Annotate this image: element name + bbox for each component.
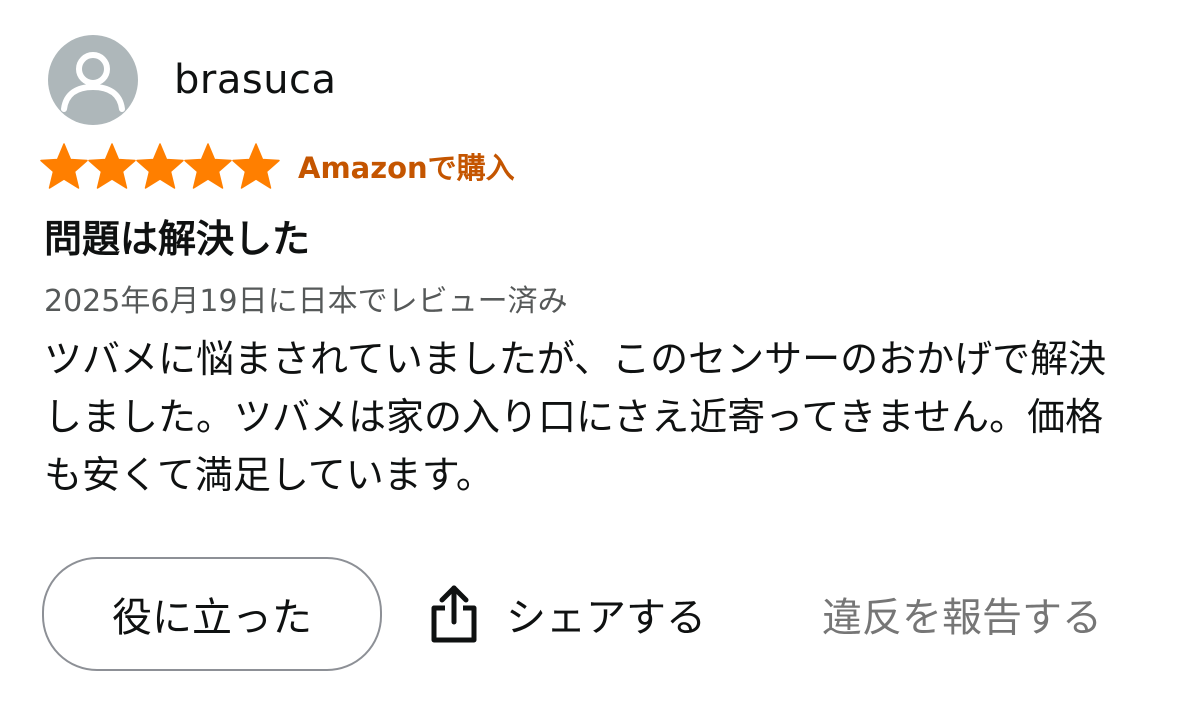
review-body: ツバメに悩まされていましたが、このセンサーのおかげで解決しました。ツバメは家の入… [44, 337, 1107, 497]
verified-purchase-badge: Amazonで購入 [298, 151, 515, 185]
report-abuse-link[interactable]: 違反を報告する [822, 579, 1102, 649]
review-title: 問題は解決した [44, 217, 311, 261]
star-icon [40, 143, 88, 189]
share-button[interactable]: シェアする [428, 579, 706, 649]
review-date: 2025年6月19日に日本でレビュー済み [44, 284, 568, 319]
review-actions: 役に立った シェアする 違反を報告する [42, 557, 1142, 671]
rating-row: Amazonで購入 [40, 142, 515, 190]
reviewer-name: brasuca [174, 57, 337, 103]
avatar [48, 35, 138, 125]
review-card: brasuca Amazonで購入 問題は解決した 2025年6月19日に日本で… [0, 0, 1179, 721]
star-icon [136, 143, 184, 189]
share-icon [431, 585, 477, 643]
star-icon [232, 143, 280, 189]
star-icon [184, 143, 232, 189]
star-icon [88, 143, 136, 189]
reviewer-profile[interactable]: brasuca [48, 34, 337, 126]
share-label: シェアする [506, 595, 706, 641]
star-rating[interactable] [40, 143, 284, 189]
helpful-button[interactable]: 役に立った [42, 557, 382, 671]
user-silhouette-icon [61, 52, 125, 112]
